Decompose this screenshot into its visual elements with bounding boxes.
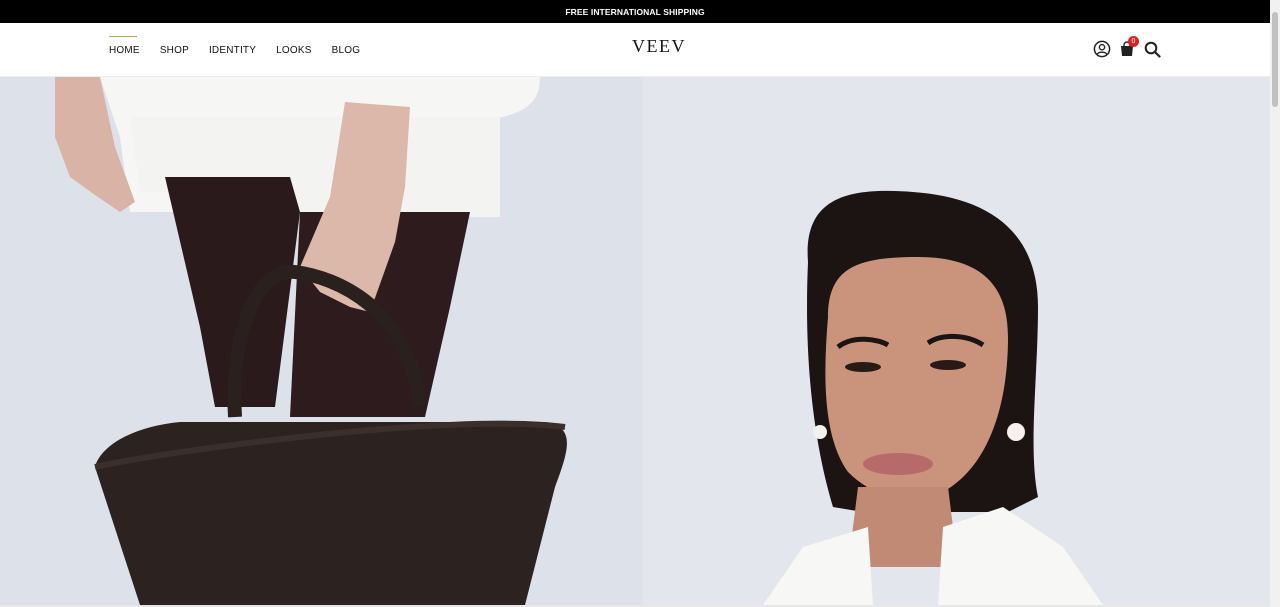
brand-logo[interactable]: VEEV: [600, 36, 718, 57]
cart-icon[interactable]: 0: [1117, 36, 1139, 59]
nav-item-identity[interactable]: IDENTITY: [209, 45, 256, 56]
header-icons: 0: [1092, 36, 1167, 59]
nav-item-blog[interactable]: BLOG: [332, 45, 361, 56]
announcement-text: FREE INTERNATIONAL SHIPPING: [565, 6, 705, 17]
search-icon[interactable]: [1142, 39, 1162, 59]
account-icon[interactable]: [1092, 39, 1112, 59]
page-scrollbar[interactable]: [1270, 0, 1280, 607]
cart-count-badge: 0: [1128, 36, 1139, 47]
hero-image-left[interactable]: [0, 77, 643, 605]
nav-item-looks[interactable]: LOOKS: [276, 45, 311, 56]
model-bag-illustration: [0, 77, 643, 605]
main-nav: HOME SHOP IDENTITY LOOKS BLOG: [109, 23, 380, 77]
announcement-bar: FREE INTERNATIONAL SHIPPING: [0, 0, 1270, 23]
scrollbar-thumb[interactable]: [1272, 12, 1278, 107]
model-portrait-illustration: [643, 77, 1270, 605]
site-header: HOME SHOP IDENTITY LOOKS BLOG VEEV 0: [0, 23, 1270, 77]
hero-image-right[interactable]: [643, 77, 1270, 605]
hero-banner: [0, 77, 1270, 605]
nav-item-shop[interactable]: SHOP: [160, 45, 189, 56]
nav-item-home[interactable]: HOME: [109, 35, 140, 56]
